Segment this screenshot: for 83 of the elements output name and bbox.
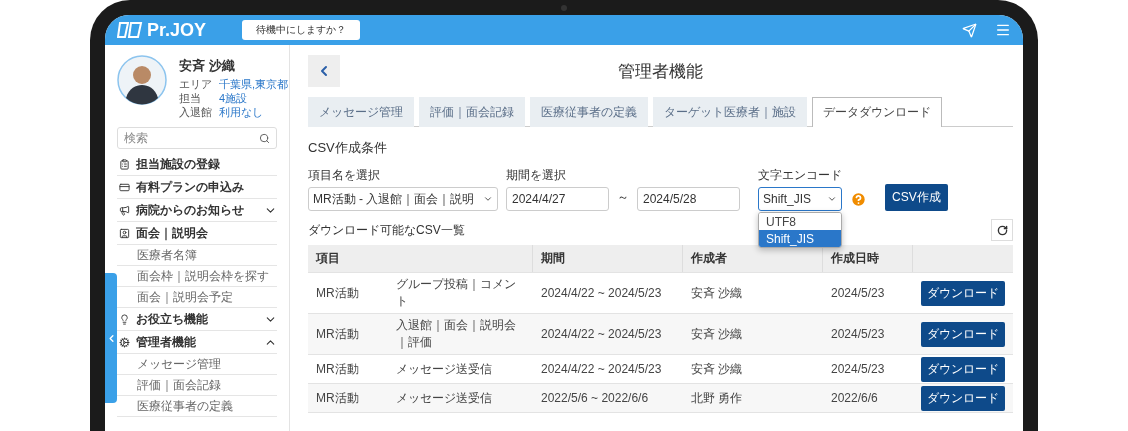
user-name: 安斉 沙織 — [179, 57, 236, 75]
send-icon[interactable] — [962, 22, 977, 38]
menu-icon[interactable] — [995, 22, 1011, 38]
download-button[interactable]: ダウンロード — [921, 385, 1005, 411]
menu-item-icon — [119, 158, 130, 170]
dropdown-option[interactable]: UTF8 — [759, 213, 841, 230]
field-label: 文字エンコード — [758, 167, 842, 184]
table-cell-text: MR活動 — [315, 389, 360, 407]
menu-item-icon — [119, 181, 130, 193]
search-field[interactable]: 検索 — [117, 127, 277, 149]
chevron-down-icon — [483, 194, 493, 204]
table-cell-text: 安斉 沙織 — [690, 284, 744, 302]
sidebar-item[interactable]: 面会｜説明会 — [117, 222, 277, 245]
table-cell-text: グループ投稿｜コメント — [395, 276, 517, 310]
table-cell-text: 2022/5/6 ~ 2022/6/6 — [540, 390, 650, 407]
column-header: 項目 — [308, 245, 533, 272]
status-button[interactable]: 待機中にしますか？ — [242, 20, 361, 40]
date-field[interactable]: 2024/5/28 — [637, 187, 740, 211]
column-header: 作成者 — [683, 245, 823, 272]
range-separator: ～ — [617, 189, 629, 206]
list-title: ダウンロード可能なCSV一覧 — [308, 221, 465, 239]
sidebar-item[interactable]: 病院からのお知らせ — [117, 199, 277, 222]
logo: Pr.JOY — [117, 19, 207, 41]
refresh-button[interactable] — [991, 219, 1013, 241]
search-icon — [259, 132, 270, 144]
sidebar-subitem[interactable]: 面会枠｜説明会枠を探す — [117, 266, 277, 287]
table-cell-text: 安斉 沙織 — [690, 360, 744, 378]
table-cell-text: 2024/4/22 ~ 2024/5/23 — [540, 326, 663, 343]
section-title: CSV作成条件 — [308, 139, 388, 157]
table-cell-text: 2024/4/22 ~ 2024/5/23 — [540, 285, 663, 302]
menu-item-icon — [119, 204, 130, 216]
sidebar-collapse-handle[interactable] — [105, 273, 117, 403]
table-cell-text: 安斉 沙織 — [690, 325, 744, 343]
camera-icon — [561, 5, 567, 11]
table-cell-text: 2024/5/23 — [830, 361, 886, 378]
avatar-icon — [117, 55, 167, 105]
profile-label: 入退館 — [179, 105, 213, 119]
profile-value[interactable]: 千葉県,東京都 — [219, 77, 289, 91]
tab[interactable]: 医療従事者の定義 — [530, 97, 648, 127]
table-cell-text: 2024/5/23 — [830, 285, 886, 302]
tab[interactable]: 評価｜面会記録 — [419, 97, 525, 127]
table-cell-text: 入退館｜面会｜説明会｜評価 — [395, 317, 517, 351]
download-button[interactable]: ダウンロード — [921, 280, 1005, 306]
tab[interactable]: データダウンロード — [812, 97, 942, 127]
profile-value[interactable]: 4施設 — [219, 91, 289, 105]
profile-value[interactable]: 利用なし — [219, 105, 289, 119]
column-header: 作成日時 — [823, 245, 913, 272]
sidebar-item[interactable]: 有料プランの申込み — [117, 176, 277, 199]
table-cell-text: 2022/6/6 — [830, 390, 879, 407]
encoding-select[interactable]: Shift_JIS — [758, 187, 842, 211]
table-cell-text: 2024/4/22 ~ 2024/5/23 — [540, 361, 663, 378]
menu-item-icon — [119, 313, 130, 325]
sidebar-item[interactable]: 管理者機能 — [117, 331, 277, 354]
table-cell-text: メッセージ送受信 — [395, 389, 493, 407]
sidebar-subitem[interactable]: 医療者名簿 — [117, 245, 277, 266]
tab[interactable]: メッセージ管理 — [308, 97, 414, 127]
dropdown-option[interactable]: Shift_JIS — [759, 230, 841, 247]
refresh-icon — [996, 224, 1008, 236]
csv-create-button[interactable]: CSV作成 — [885, 184, 948, 211]
field-label: 項目名を選択 — [308, 167, 381, 184]
download-button[interactable]: ダウンロード — [921, 321, 1005, 347]
table-cell-text: メッセージ送受信 — [395, 360, 493, 378]
profile-label: 担当 — [179, 91, 202, 105]
table-cell-text: 2024/5/23 — [830, 326, 886, 343]
table-cell-text: 北野 勇作 — [690, 389, 744, 407]
item-select[interactable]: MR活動 - 入退館｜面会｜説明 — [308, 187, 498, 211]
table-cell-text: MR活動 — [315, 325, 360, 343]
help-icon[interactable] — [850, 191, 867, 208]
profile-label: エリア — [179, 77, 213, 91]
table-cell-text: MR活動 — [315, 360, 360, 378]
menu-item-icon — [119, 227, 130, 239]
field-label: 期間を選択 — [506, 167, 567, 184]
table-cell-text: MR活動 — [315, 284, 360, 302]
menu-item-icon — [119, 336, 130, 348]
sidebar-subitem[interactable]: 医療従事者の定義 — [117, 396, 277, 417]
tab[interactable]: ターゲット医療者｜施設 — [653, 97, 807, 127]
page-title: 管理者機能 — [616, 60, 704, 83]
download-button[interactable]: ダウンロード — [921, 356, 1005, 382]
column-header: 期間 — [533, 245, 683, 272]
sidebar-item[interactable]: 担当施設の登録 — [117, 153, 277, 176]
back-button[interactable] — [308, 55, 340, 87]
date-field[interactable]: 2024/4/27 — [506, 187, 609, 211]
chevron-down-icon — [827, 194, 837, 204]
